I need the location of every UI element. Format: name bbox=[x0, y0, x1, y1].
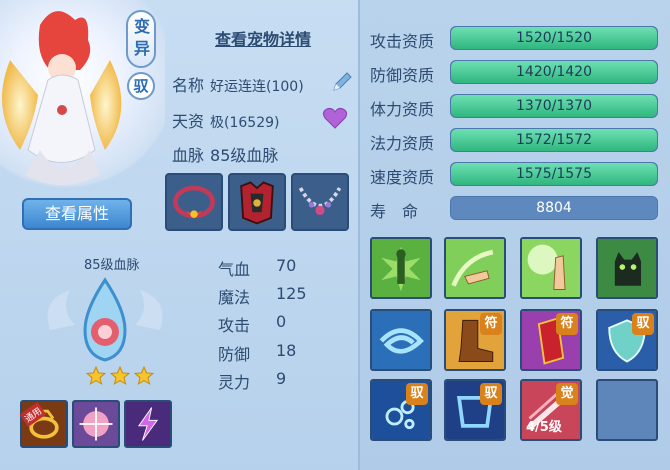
collar-icon bbox=[173, 185, 215, 219]
pet-bloodline-label: 血脉 bbox=[172, 146, 205, 165]
control-tag: 驭 bbox=[480, 383, 502, 405]
praying-hand-icon bbox=[522, 239, 580, 297]
control-badge: 驭 bbox=[127, 72, 155, 100]
heart-icon[interactable] bbox=[322, 106, 348, 130]
lifespan-label: 寿 命 bbox=[370, 202, 419, 221]
aptitude-value-magic: 1572/1572 bbox=[516, 132, 592, 148]
equipment-slot-collar[interactable] bbox=[165, 173, 223, 231]
whirlpool-icon bbox=[372, 311, 430, 369]
bloodline-skill-2[interactable] bbox=[72, 400, 120, 448]
edit-name-icon[interactable] bbox=[330, 70, 354, 94]
pet-talent-value: 极(16529) bbox=[210, 115, 280, 131]
stat-label-hp: 气血 bbox=[218, 260, 251, 279]
pet-name-row: 名称 好运连连(100) bbox=[172, 72, 304, 96]
skill-slot-2[interactable] bbox=[444, 237, 506, 299]
skill-slot-9[interactable]: 驭 bbox=[370, 379, 432, 441]
aptitude-label-attack: 攻击资质 bbox=[370, 32, 435, 51]
skill-slot-8[interactable]: 驭 bbox=[596, 309, 658, 371]
stat-label-mp: 魔法 bbox=[218, 288, 251, 307]
skill-level-text: 4/5级 bbox=[526, 420, 562, 435]
control-tag: 驭 bbox=[632, 313, 654, 335]
variant-badge-text: 变异 bbox=[134, 17, 151, 58]
star-icon bbox=[110, 366, 130, 386]
equipment-slot-armor[interactable] bbox=[228, 173, 286, 231]
view-pet-details-link[interactable]: 查看宠物详情 bbox=[215, 26, 311, 50]
talisman-tag: 符 bbox=[480, 313, 502, 335]
skill-slot-6[interactable]: 符 bbox=[444, 309, 506, 371]
view-attributes-button[interactable]: 查看属性 bbox=[22, 198, 132, 230]
awakening-tag: 觉 bbox=[556, 383, 578, 405]
necklace-icon bbox=[298, 187, 342, 216]
equipment-slot-necklace[interactable] bbox=[291, 173, 349, 231]
skill-slot-3[interactable] bbox=[520, 237, 582, 299]
pet-info-panel: 变异 驭 查看属性 查看宠物详情 名称 好运连连(100) 天资 极(16529) … bbox=[0, 0, 360, 470]
aptitude-label-magic: 法力资质 bbox=[370, 134, 435, 153]
aptitude-label-speed: 速度资质 bbox=[370, 168, 435, 187]
aptitude-value-attack: 1520/1520 bbox=[516, 30, 592, 46]
stat-label-defense: 防御 bbox=[218, 345, 251, 364]
aptitude-bar-magic: 1572/1572 bbox=[450, 128, 658, 152]
pet-talent-row: 天资 极(16529) bbox=[172, 108, 279, 132]
lifespan-value: 8804 bbox=[536, 200, 572, 216]
stat-label-spirit: 灵力 bbox=[218, 373, 251, 392]
skill-slot-empty[interactable] bbox=[596, 379, 658, 441]
pet-talent-label: 天资 bbox=[172, 112, 205, 131]
pink-burst-icon bbox=[79, 407, 113, 441]
pet-bloodline-value: 85级血脉 bbox=[210, 146, 279, 165]
stat-value-hp: 70 bbox=[276, 256, 297, 275]
stat-value-defense: 18 bbox=[276, 341, 297, 360]
aptitude-bar-stamina: 1370/1370 bbox=[450, 94, 658, 118]
star-icon bbox=[86, 366, 106, 386]
skill-slot-7[interactable]: 符 bbox=[520, 309, 582, 371]
bloodline-emblem-icon[interactable] bbox=[30, 270, 180, 380]
skill-slot-1[interactable] bbox=[370, 237, 432, 299]
lightning-icon bbox=[137, 407, 159, 441]
aptitude-bar-defense: 1420/1420 bbox=[450, 60, 658, 84]
talisman-tag: 符 bbox=[556, 313, 578, 335]
stat-value-mp: 125 bbox=[276, 284, 307, 303]
pet-name-label: 名称 bbox=[172, 76, 205, 95]
bloodline-skill-1[interactable]: 通用 bbox=[19, 400, 68, 448]
stat-value-spirit: 9 bbox=[276, 369, 287, 388]
star-icon bbox=[134, 366, 154, 386]
aptitude-value-stamina: 1370/1370 bbox=[516, 98, 592, 114]
aptitude-value-speed: 1575/1575 bbox=[516, 166, 592, 182]
lifespan-bar: 8804 bbox=[450, 196, 658, 220]
aptitude-label-stamina: 体力资质 bbox=[370, 100, 435, 119]
skill-slot-4[interactable] bbox=[596, 237, 658, 299]
skill-slot-11[interactable]: 觉 4/5级 bbox=[520, 379, 582, 441]
pointing-hand-icon bbox=[446, 239, 504, 297]
aptitude-bar-attack: 1520/1520 bbox=[450, 26, 658, 50]
aptitude-label-defense: 防御资质 bbox=[370, 66, 435, 85]
pet-bloodline-row: 血脉 85级血脉 bbox=[172, 142, 278, 166]
pet-detail-screen: 变异 驭 查看属性 查看宠物详情 名称 好运连连(100) 天资 极(16529) … bbox=[0, 0, 670, 470]
control-tag: 驭 bbox=[406, 383, 428, 405]
green-aura-figure-icon bbox=[372, 239, 430, 297]
skill-slot-10[interactable]: 驭 bbox=[444, 379, 506, 441]
aptitude-bar-speed: 1575/1575 bbox=[450, 162, 658, 186]
aptitude-value-defense: 1420/1420 bbox=[516, 64, 592, 80]
stat-value-attack: 0 bbox=[276, 312, 287, 331]
pet-name-value: 好运连连(100) bbox=[210, 79, 304, 95]
bloodline-skill-3[interactable] bbox=[124, 400, 172, 448]
stat-label-attack: 攻击 bbox=[218, 316, 251, 335]
skill-slot-5[interactable] bbox=[370, 309, 432, 371]
variant-badge: 变异 bbox=[126, 10, 156, 68]
black-cat-icon bbox=[598, 239, 656, 297]
armor-icon bbox=[240, 181, 274, 225]
